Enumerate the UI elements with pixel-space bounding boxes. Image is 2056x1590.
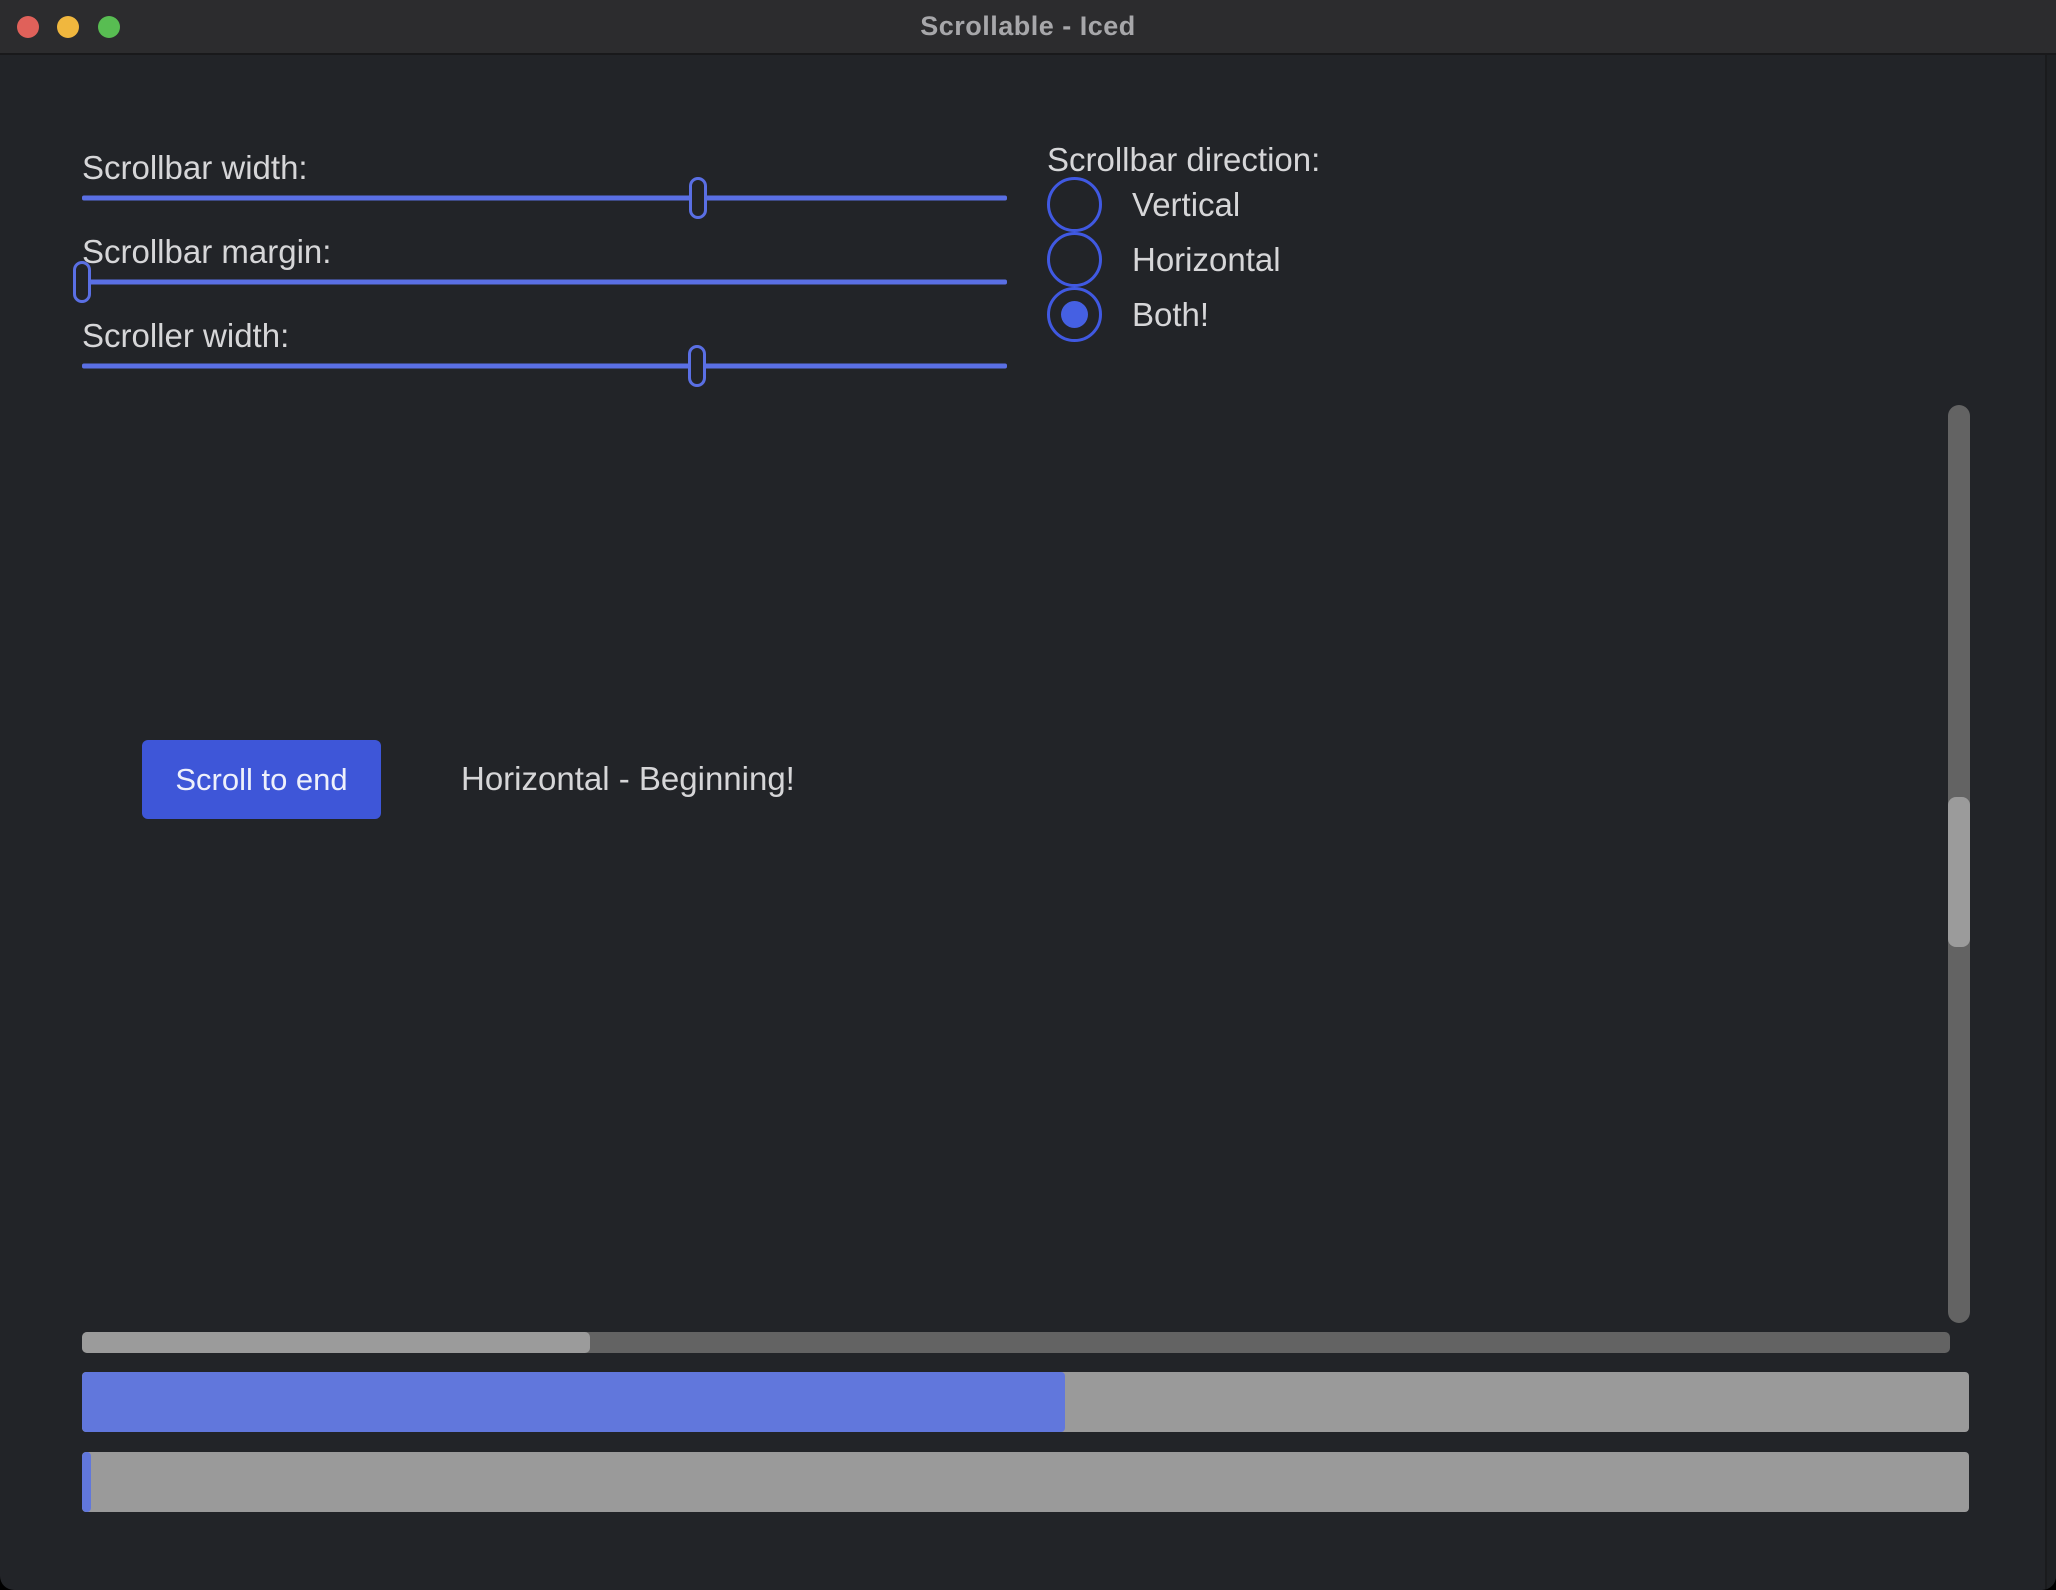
scroller-width-slider[interactable] bbox=[82, 345, 1007, 387]
window-right-edge bbox=[2047, 55, 2056, 1590]
radio-option-horizontal[interactable]: Horizontal bbox=[1047, 232, 1281, 287]
progress-fill bbox=[82, 1372, 1065, 1432]
scrollbar-margin-slider[interactable] bbox=[82, 261, 1007, 303]
slider-handle[interactable] bbox=[689, 177, 707, 219]
radio-label[interactable]: Horizontal bbox=[1132, 241, 1281, 279]
scrollbar-width-slider[interactable] bbox=[82, 177, 1007, 219]
window-title: Scrollable - Iced bbox=[0, 0, 2056, 53]
horizontal-scrollbar-thumb[interactable] bbox=[82, 1332, 590, 1353]
radio-circle[interactable] bbox=[1047, 232, 1102, 287]
radio-label[interactable]: Vertical bbox=[1132, 186, 1240, 224]
radio-option-vertical[interactable]: Vertical bbox=[1047, 177, 1281, 232]
radio-dot bbox=[1061, 301, 1088, 328]
horizontal-progress-bar bbox=[82, 1372, 1969, 1432]
scroll-status-text: Horizontal - Beginning! bbox=[461, 760, 795, 798]
vertical-scrollbar[interactable] bbox=[1948, 405, 1970, 1323]
scrollbar-direction-label: Scrollbar direction: bbox=[1047, 140, 1320, 180]
app-window: Scrollable - Iced Scrollbar width: Scrol… bbox=[0, 0, 2056, 1590]
radio-option-both[interactable]: Both! bbox=[1047, 287, 1281, 342]
slider-track[interactable] bbox=[82, 280, 1007, 285]
scroll-to-end-button-label: Scroll to end bbox=[175, 762, 347, 798]
radio-circle[interactable] bbox=[1047, 177, 1102, 232]
scroll-to-end-button[interactable]: Scroll to end bbox=[142, 740, 381, 819]
slider-handle[interactable] bbox=[688, 345, 706, 387]
vertical-progress-bar bbox=[82, 1452, 1969, 1512]
slider-track[interactable] bbox=[82, 196, 1007, 201]
radio-circle[interactable] bbox=[1047, 287, 1102, 342]
slider-handle[interactable] bbox=[73, 261, 91, 303]
scrollbar-direction-radio-group: Vertical Horizontal Both! bbox=[1047, 177, 1281, 342]
horizontal-scrollbar[interactable] bbox=[82, 1332, 1950, 1353]
titlebar: Scrollable - Iced bbox=[0, 0, 2056, 55]
radio-label[interactable]: Both! bbox=[1132, 296, 1209, 334]
progress-fill bbox=[82, 1452, 91, 1512]
vertical-scrollbar-thumb[interactable] bbox=[1948, 797, 1970, 947]
slider-track[interactable] bbox=[82, 364, 1007, 369]
